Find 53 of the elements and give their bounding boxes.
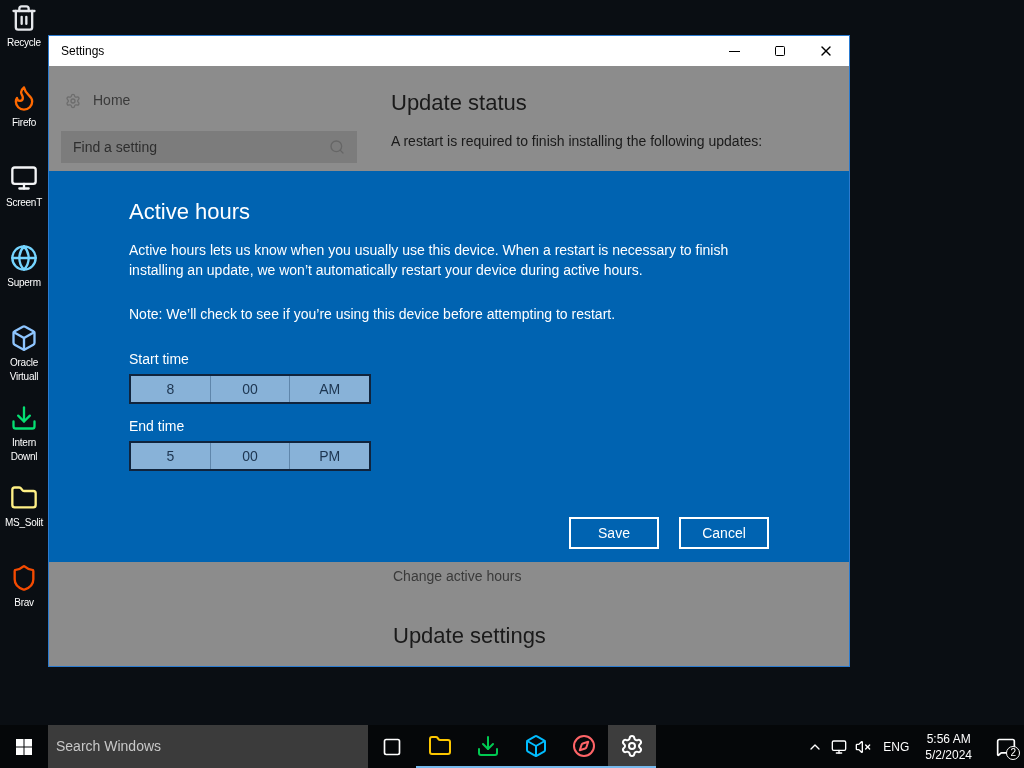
home-nav-item[interactable]: Home <box>61 90 379 111</box>
minute-value[interactable]: 00 <box>210 443 291 469</box>
muted-speaker-icon[interactable] <box>855 738 872 755</box>
language-indicator[interactable]: ENG <box>883 737 910 756</box>
desktop-icon-label[interactable]: Recycle <box>7 36 41 50</box>
desktop-icon-label[interactable]: Superm <box>7 276 41 290</box>
save-button[interactable]: Save <box>569 517 659 549</box>
download-icon <box>476 733 500 758</box>
time-label: End time <box>129 417 186 436</box>
time-picker[interactable]: 5 00 PM <box>129 441 371 471</box>
maximize-icon <box>774 45 786 57</box>
change-active-hours-link[interactable]: Change active hours <box>393 566 849 587</box>
folder-icon <box>10 484 38 512</box>
minute-value[interactable]: 00 <box>210 376 291 402</box>
taskbar-search-field[interactable]: Search Windows <box>48 725 368 768</box>
period-value[interactable]: AM <box>290 376 369 402</box>
network-icon[interactable] <box>831 738 848 755</box>
dialog-title: Active hours <box>129 198 252 226</box>
folder-icon <box>428 733 452 758</box>
hour-value[interactable]: 5 <box>131 443 211 469</box>
dialog-note: Note: We’ll check to see if you’re using this device before attempting to restart. <box>129 305 617 324</box>
search-field[interactable]: Find a setting <box>61 131 357 163</box>
time-label: Start time <box>129 350 190 369</box>
desktop-icon-label[interactable]: Oracle Virtuall <box>9 356 39 384</box>
monitor-icon <box>10 164 38 192</box>
gear-icon <box>65 92 81 109</box>
desktop-icon-label[interactable]: Intern Downl <box>10 436 38 464</box>
globe-icon <box>10 244 38 272</box>
action-center-button[interactable]: 2 <box>988 725 1024 768</box>
window-title: Settings <box>61 43 106 60</box>
task-view-icon <box>382 736 402 757</box>
desktop-icon-label[interactable]: Firefo <box>11 116 37 130</box>
section-heading: Update settings <box>393 622 547 650</box>
dialog-description: Active hours lets us know when you usually use this device. When a restart is necessary to finish installing an update, we won’t automatically restart your device during active hours. <box>129 241 730 280</box>
cancel-button[interactable]: Cancel <box>679 517 769 549</box>
windows-logo-icon <box>16 738 32 755</box>
compass-icon <box>572 733 596 758</box>
cube-icon <box>10 324 38 352</box>
minimize-icon <box>728 50 740 52</box>
section-heading: Update status <box>391 89 528 117</box>
time-picker[interactable]: 8 00 AM <box>129 374 371 404</box>
desktop-icon-label[interactable]: Brav <box>14 596 34 610</box>
notification-count: 2 <box>1006 746 1020 760</box>
settings-icon <box>620 733 644 758</box>
desktop-icon-label[interactable]: ScreenT <box>5 196 42 210</box>
status-text: A restart is required to finish installing the following updates: <box>391 132 764 151</box>
download-icon <box>10 404 38 432</box>
hour-value[interactable]: 8 <box>131 376 211 402</box>
recycle-bin-icon <box>10 4 38 32</box>
taskbar-app-button[interactable] <box>608 725 656 768</box>
period-value[interactable]: PM <box>290 443 369 469</box>
clock[interactable]: 5:56 AM 5/2/2024 <box>925 730 972 763</box>
desktop-icon-label[interactable]: MS_Solit <box>5 516 43 530</box>
